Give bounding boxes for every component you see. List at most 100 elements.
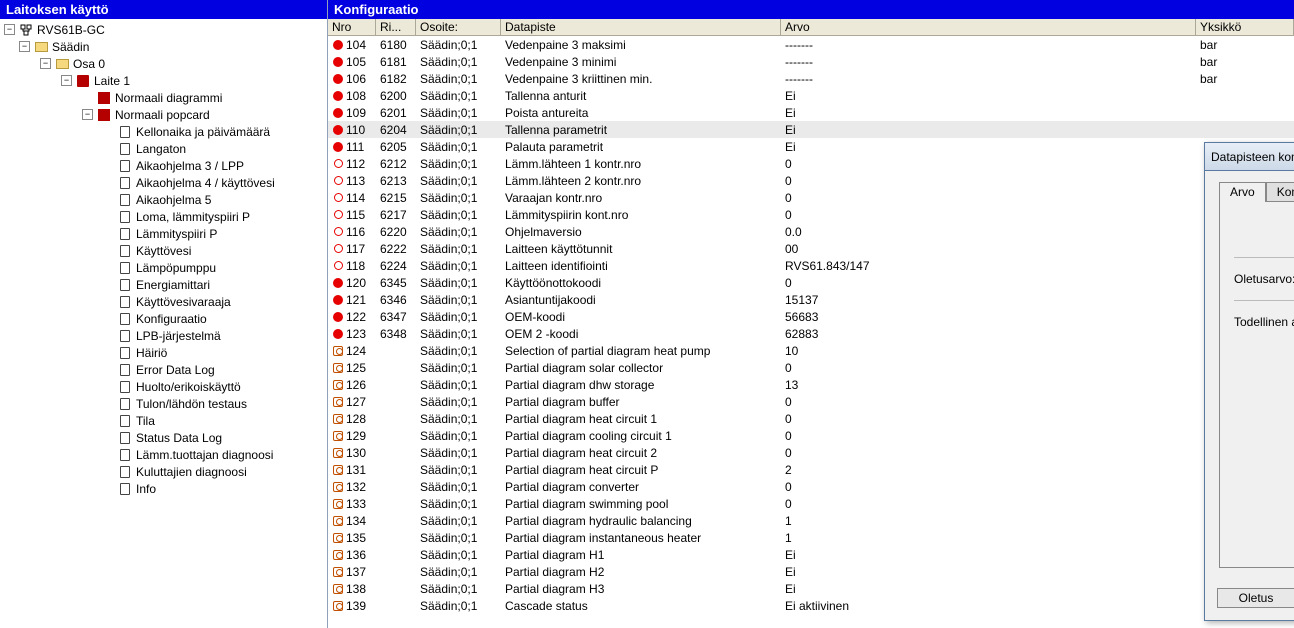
- tree-label: Langaton: [136, 142, 186, 156]
- cell-nro: 109: [346, 106, 366, 120]
- table-row[interactable]: 1126212Säädin;0;1Lämm.lähteen 1 kontr.nr…: [328, 155, 1294, 172]
- tab-arvo[interactable]: Arvo: [1219, 182, 1266, 202]
- table-row[interactable]: 131Säädin;0;1Partial diagram heat circui…: [328, 461, 1294, 478]
- table-row[interactable]: 129Säädin;0;1Partial diagram cooling cir…: [328, 427, 1294, 444]
- tree-item[interactable]: Kellonaika ja päivämäärä: [4, 123, 323, 140]
- cell-nro: 138: [346, 582, 366, 596]
- cell-arvo: Ei: [781, 580, 1196, 597]
- table-row[interactable]: 124Säädin;0;1Selection of partial diagra…: [328, 342, 1294, 359]
- tree-item[interactable]: Error Data Log: [4, 361, 323, 378]
- col-arvo[interactable]: Arvo: [781, 19, 1196, 35]
- cell-ri: 6200: [376, 87, 416, 104]
- table-row[interactable]: 138Säädin;0;1Partial diagram H3Ei: [328, 580, 1294, 597]
- tree-item-saadin[interactable]: − Säädin: [4, 38, 323, 55]
- table-row[interactable]: 1066182Säädin;0;1Vedenpaine 3 kriittinen…: [328, 70, 1294, 87]
- tree-item[interactable]: Lämm.tuottajan diagnoosi: [4, 446, 323, 463]
- collapse-icon[interactable]: −: [19, 41, 30, 52]
- table-row[interactable]: 135Säädin;0;1Partial diagram instantaneo…: [328, 529, 1294, 546]
- table-row[interactable]: 1186224Säädin;0;1Laitteen identifiointiR…: [328, 257, 1294, 274]
- status-icon: [332, 192, 344, 204]
- tree-item-laite1[interactable]: − Laite 1: [4, 72, 323, 89]
- table-row[interactable]: 125Säädin;0;1Partial diagram solar colle…: [328, 359, 1294, 376]
- tree-item[interactable]: Huolto/erikoiskäyttö: [4, 378, 323, 395]
- collapse-icon[interactable]: −: [4, 24, 15, 35]
- table-row[interactable]: 1106204Säädin;0;1Tallenna parametritEi: [328, 121, 1294, 138]
- table-row[interactable]: 1086200Säädin;0;1Tallenna anturitEi: [328, 87, 1294, 104]
- tree-item[interactable]: Normaali diagrammi: [4, 89, 323, 106]
- tree-label: Huolto/erikoiskäyttö: [136, 380, 241, 394]
- tree-item[interactable]: Loma, lämmityspiiri P: [4, 208, 323, 225]
- table-row[interactable]: 1146215Säädin;0;1Varaajan kontr.nro0: [328, 189, 1294, 206]
- tree-item[interactable]: LPB-järjestelmä: [4, 327, 323, 344]
- table-row[interactable]: 127Säädin;0;1Partial diagram buffer0: [328, 393, 1294, 410]
- table-row[interactable]: 126Säädin;0;1Partial diagram dhw storage…: [328, 376, 1294, 393]
- table-row[interactable]: 1226347Säädin;0;1OEM-koodi56683: [328, 308, 1294, 325]
- tree-item[interactable]: Aikaohjelma 5: [4, 191, 323, 208]
- table-row[interactable]: 1216346Säädin;0;1Asiantuntijakoodi15137: [328, 291, 1294, 308]
- table-row[interactable]: 139Säädin;0;1Cascade statusEi aktiivinen: [328, 597, 1294, 614]
- tab-komento[interactable]: Komento: [1266, 182, 1294, 202]
- table-row[interactable]: 1236348Säädin;0;1OEM 2 -koodi62883: [328, 325, 1294, 342]
- collapse-icon[interactable]: −: [61, 75, 72, 86]
- table-row[interactable]: 1116205Säädin;0;1Palauta parametritEi: [328, 138, 1294, 155]
- cell-nro: 125: [346, 361, 366, 375]
- tree-item[interactable]: Häiriö: [4, 344, 323, 361]
- cell-nro: 105: [346, 55, 366, 69]
- tree[interactable]: − RVS61B-GC − Säädin − Osa 0 − Laite 1 N…: [0, 19, 327, 628]
- tree-root[interactable]: − RVS61B-GC: [4, 21, 323, 38]
- cell-dp: Partial diagram dhw storage: [501, 376, 781, 393]
- table-row[interactable]: 128Säädin;0;1Partial diagram heat circui…: [328, 410, 1294, 427]
- status-icon: [332, 39, 344, 51]
- cell-os: Säädin;0;1: [416, 461, 501, 478]
- status-icon: [332, 226, 344, 238]
- page-icon: [118, 449, 132, 461]
- col-yk[interactable]: Yksikkö: [1196, 19, 1294, 35]
- table-row[interactable]: 137Säädin;0;1Partial diagram H2Ei: [328, 563, 1294, 580]
- tree-item[interactable]: Lämpöpumppu: [4, 259, 323, 276]
- tab-content: Tallenna parametrit Oletusarvo: Ei Todel…: [1219, 200, 1294, 568]
- table-row[interactable]: 1206345Säädin;0;1Käyttöönottokoodi0: [328, 274, 1294, 291]
- tree-item[interactable]: Konfiguraatio: [4, 310, 323, 327]
- dialog-buttons: Oletus OK Cancel: [1205, 580, 1294, 620]
- tree-item[interactable]: Aikaohjelma 4 / käyttövesi: [4, 174, 323, 191]
- tree-item[interactable]: −Normaali popcard: [4, 106, 323, 123]
- table-row[interactable]: 1156217Säädin;0;1Lämmityspiirin kont.nro…: [328, 206, 1294, 223]
- cell-arvo: RVS61.843/147: [781, 257, 1196, 274]
- tree-item-osa0[interactable]: − Osa 0: [4, 55, 323, 72]
- collapse-icon[interactable]: −: [40, 58, 51, 69]
- table-row[interactable]: 1136213Säädin;0;1Lämm.lähteen 2 kontr.nr…: [328, 172, 1294, 189]
- table-row[interactable]: 134Säädin;0;1Partial diagram hydraulic b…: [328, 512, 1294, 529]
- table-row[interactable]: 136Säädin;0;1Partial diagram H1Ei: [328, 546, 1294, 563]
- dialog-titlebar[interactable]: Datapisteen komento: [1205, 143, 1294, 171]
- table-row[interactable]: 1166220Säädin;0;1Ohjelmaversio0.0: [328, 223, 1294, 240]
- grid-body[interactable]: 1046180Säädin;0;1Vedenpaine 3 maksimi---…: [328, 36, 1294, 628]
- page-icon: [118, 279, 132, 291]
- table-row[interactable]: 1046180Säädin;0;1Vedenpaine 3 maksimi---…: [328, 36, 1294, 53]
- col-ri[interactable]: Ri...: [376, 19, 416, 35]
- cell-os: Säädin;0;1: [416, 410, 501, 427]
- col-dp[interactable]: Datapiste: [501, 19, 781, 35]
- table-row[interactable]: 1176222Säädin;0;1Laitteen käyttötunnit00: [328, 240, 1294, 257]
- tree-item[interactable]: Lämmityspiiri P: [4, 225, 323, 242]
- tree-item[interactable]: Tila: [4, 412, 323, 429]
- tree-item[interactable]: Käyttövesivaraaja: [4, 293, 323, 310]
- cell-arvo: 0: [781, 410, 1196, 427]
- table-row[interactable]: 1096201Säädin;0;1Poista antureitaEi: [328, 104, 1294, 121]
- tree-item[interactable]: Aikaohjelma 3 / LPP: [4, 157, 323, 174]
- default-button[interactable]: Oletus: [1217, 588, 1294, 608]
- tree-item[interactable]: Käyttövesi: [4, 242, 323, 259]
- tree-item[interactable]: Langaton: [4, 140, 323, 157]
- table-row[interactable]: 130Säädin;0;1Partial diagram heat circui…: [328, 444, 1294, 461]
- table-row[interactable]: 132Säädin;0;1Partial diagram converter0: [328, 478, 1294, 495]
- col-os[interactable]: Osoite:: [416, 19, 501, 35]
- tree-item[interactable]: Status Data Log: [4, 429, 323, 446]
- table-row[interactable]: 1056181Säädin;0;1Vedenpaine 3 minimi----…: [328, 53, 1294, 70]
- collapse-icon[interactable]: −: [82, 109, 93, 120]
- tree-item[interactable]: Info: [4, 480, 323, 497]
- tree-item[interactable]: Tulon/lähdön testaus: [4, 395, 323, 412]
- table-row[interactable]: 133Säädin;0;1Partial diagram swimming po…: [328, 495, 1294, 512]
- tree-item[interactable]: Energiamittari: [4, 276, 323, 293]
- tree-item[interactable]: Kuluttajien diagnoosi: [4, 463, 323, 480]
- cell-arvo: -------: [781, 70, 1196, 87]
- col-nro[interactable]: Nro: [328, 19, 376, 35]
